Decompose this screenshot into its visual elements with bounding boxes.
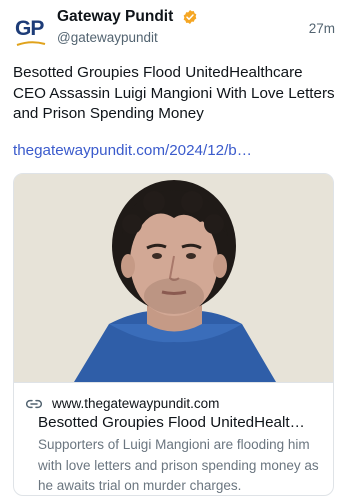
author-handle[interactable]: @gatewaypundit [57,28,198,48]
card-description: Supporters of Luigi Mangioni are floodin… [38,437,319,493]
post-timestamp[interactable]: 27m [309,21,335,36]
post-text: Besotted Groupies Flood UnitedHealthcare… [13,64,335,122]
avatar[interactable]: GP [13,11,49,49]
link-preview-card[interactable]: www.thegatewaypundit.com Besotted Groupi… [13,173,334,496]
verified-badge-icon [183,10,197,24]
card-meta: www.thegatewaypundit.com Besotted Groupi… [14,382,333,495]
card-image[interactable] [14,174,333,382]
card-photo [14,174,333,382]
author-info[interactable]: Gateway Pundit @gatewaypundit [57,7,198,48]
logo-swoosh-icon [16,41,46,46]
avatar-logo-text: GP [15,17,44,40]
card-domain: www.thegatewaypundit.com [52,396,220,411]
link-icon [26,399,42,409]
author-display-name[interactable]: Gateway Pundit [57,7,173,27]
post-header: GP Gateway Pundit @gatewaypundit 27m [13,7,335,51]
post-link[interactable]: thegatewaypundit.com/2024/12/b… [13,141,252,161]
card-title[interactable]: Besotted Groupies Flood UnitedHealt… [38,413,323,433]
post[interactable]: GP Gateway Pundit @gatewaypundit 27m Bes… [0,0,347,500]
